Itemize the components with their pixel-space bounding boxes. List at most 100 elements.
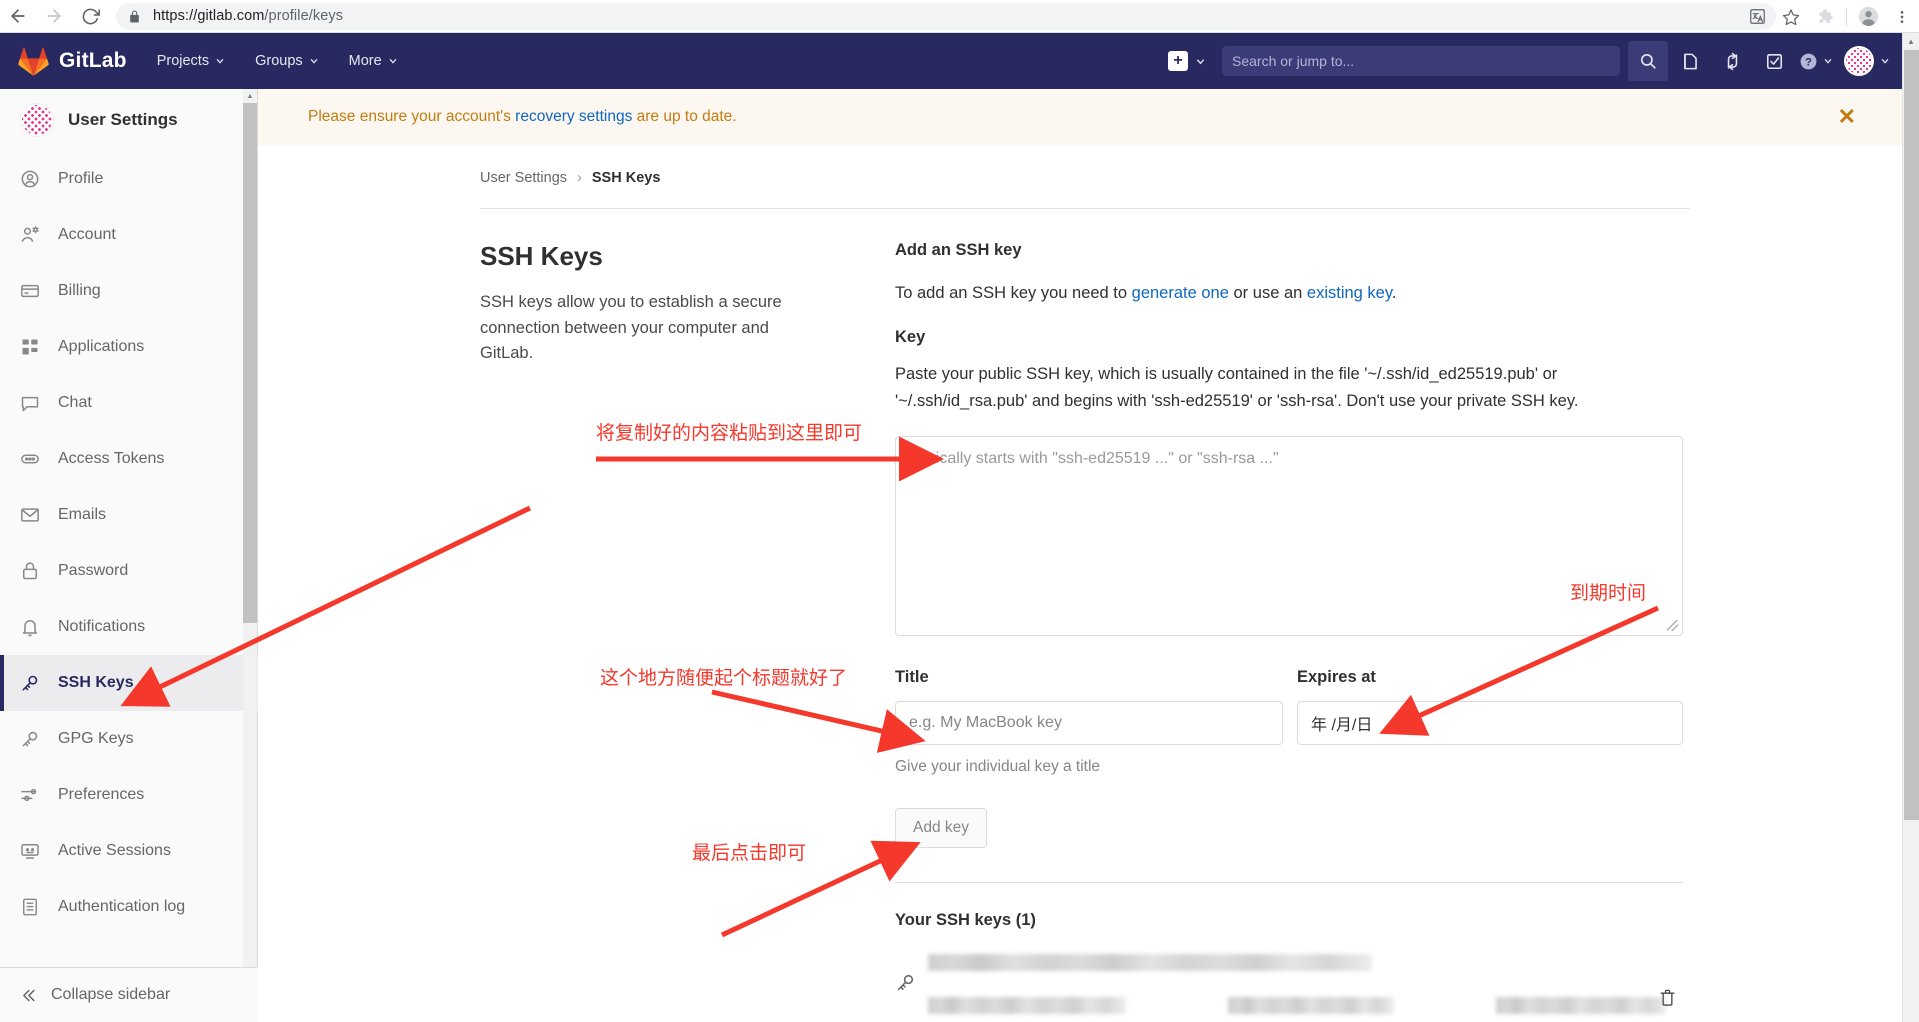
navbar-menu-projects-label: Projects — [156, 53, 210, 69]
sidebar-scroll-area: User Settings Profile Account Billing Ap… — [0, 89, 258, 967]
navbar-menu-more[interactable]: More — [349, 53, 398, 69]
expires-date-input[interactable]: 年 /月/日 — [1297, 701, 1683, 746]
scroll-up-arrow-icon[interactable]: ▲ — [243, 89, 257, 103]
user-settings-sidebar: User Settings Profile Account Billing Ap… — [0, 89, 258, 1022]
scroll-up-arrow-icon[interactable]: ▲ — [1903, 33, 1919, 50]
trash-icon[interactable] — [1658, 988, 1677, 1012]
sidebar-header[interactable]: User Settings — [0, 89, 258, 151]
page-scroll-thumb[interactable] — [1904, 50, 1919, 820]
sidebar-item-emails[interactable]: Emails — [0, 487, 258, 543]
sidebar-scroll-thumb[interactable] — [243, 103, 257, 623]
recovery-settings-link[interactable]: recovery settings — [515, 108, 632, 125]
key-icon — [895, 972, 916, 998]
sidebar-item-label: Password — [58, 562, 129, 579]
breadcrumb-parent[interactable]: User Settings — [480, 170, 567, 186]
annotation-any-title: 这个地方随便起个标题就好了 — [600, 667, 848, 689]
log-icon — [20, 897, 46, 917]
forward-arrow-icon[interactable] — [36, 0, 72, 33]
back-arrow-icon[interactable] — [0, 0, 36, 33]
chevron-down-icon — [1824, 58, 1832, 64]
navbar-menu-more-label: More — [348, 53, 382, 69]
navbar-menu-groups-label: Groups — [255, 53, 303, 69]
navbar-menu-groups[interactable]: Groups — [255, 53, 319, 69]
alert-text-before: Please ensure your account's — [308, 108, 516, 125]
collapse-sidebar-label: Collapse sidebar — [51, 986, 171, 1003]
double-chevron-left-icon — [20, 987, 37, 1004]
gitlab-logo[interactable]: GitLab — [18, 47, 127, 76]
textarea-resize-handle[interactable] — [1667, 620, 1678, 632]
add-key-button[interactable]: Add key — [895, 808, 987, 849]
chevron-down-icon — [1196, 58, 1205, 64]
sidebar-item-notifications[interactable]: Notifications — [0, 599, 258, 655]
sidebar-item-account[interactable]: Account — [0, 207, 258, 263]
star-icon[interactable] — [1774, 0, 1808, 33]
help-icon[interactable]: ? — [1796, 41, 1836, 81]
sidebar-item-billing[interactable]: Billing — [0, 263, 258, 319]
user-menu[interactable] — [1844, 46, 1890, 76]
key-field-help: Paste your public SSH key, which is usua… — [895, 365, 1579, 410]
list-item[interactable] — [895, 954, 1683, 1015]
search-placeholder: Search or jump to... — [1232, 53, 1355, 69]
toolbar-divider — [1846, 7, 1847, 26]
page-scrollbar[interactable]: ▲ — [1902, 33, 1919, 1022]
key-title-redacted — [928, 954, 1372, 972]
sidebar-item-preferences[interactable]: Preferences — [0, 767, 258, 823]
title-help-text: Give your individual key a title — [895, 758, 1101, 776]
sidebar-item-chat[interactable]: Chat — [0, 375, 258, 431]
collapse-sidebar-button[interactable]: Collapse sidebar — [0, 967, 258, 1022]
annotation-finally-click: 最后点击即可 — [692, 842, 807, 864]
breadcrumb: User Settings › SSH Keys — [480, 170, 1902, 186]
navbar-menu-projects[interactable]: Projects — [157, 53, 225, 69]
svg-text:?: ? — [1805, 56, 1812, 68]
alert-message: Please ensure your account's recovery se… — [308, 108, 737, 126]
sidebar-item-label: Chat — [58, 394, 92, 411]
alert-text-after: are up to date. — [632, 108, 737, 125]
merge-requests-icon[interactable] — [1712, 41, 1752, 81]
generate-one-link[interactable]: generate one — [1132, 284, 1229, 302]
key-created-redacted — [1228, 997, 1394, 1015]
existing-key-link[interactable]: existing key — [1307, 284, 1392, 302]
three-dot-menu-icon[interactable] — [1885, 0, 1919, 33]
sidebar-item-ssh-keys[interactable]: SSH Keys — [0, 655, 258, 711]
search-icon[interactable] — [1628, 41, 1668, 81]
annotation-expire-time: 到期时间 — [1570, 582, 1647, 604]
browser-profile-icon[interactable] — [1851, 0, 1885, 33]
settings-columns: SSH Keys SSH keys allow you to establish… — [480, 241, 1690, 1015]
address-bar[interactable]: https://gitlab.com/profile/keys — [116, 2, 1776, 30]
reload-icon[interactable] — [72, 0, 108, 33]
avatar — [1844, 46, 1874, 76]
breadcrumb-separator: › — [577, 170, 582, 186]
intro-text-after: . — [1391, 284, 1397, 302]
key-fingerprint-redacted — [928, 997, 1126, 1015]
search-input[interactable]: Search or jump to... — [1222, 46, 1620, 76]
sidebar-item-applications[interactable]: Applications — [0, 319, 258, 375]
sidebar-item-label: GPG Keys — [58, 730, 134, 747]
sidebar-item-gpg-keys[interactable]: GPG Keys — [0, 711, 258, 767]
chat-icon — [20, 393, 46, 413]
intro-text-before: To add an SSH key you need to — [895, 284, 1132, 302]
translate-icon[interactable] — [1740, 0, 1774, 33]
issues-icon[interactable] — [1670, 41, 1710, 81]
ssh-keys-list — [895, 954, 1683, 1015]
key-field-label: Key — [895, 328, 926, 347]
account-icon — [20, 225, 46, 245]
sidebar-item-label: Profile — [58, 170, 104, 187]
close-icon[interactable]: ✕ — [1838, 106, 1856, 128]
sidebar-item-profile[interactable]: Profile — [0, 151, 258, 207]
ssh-key-textarea[interactable]: Typically starts with "ssh-ed25519 ..." … — [895, 436, 1683, 637]
new-item-dropdown[interactable]: + — [1168, 51, 1206, 71]
sidebar-item-authentication-log[interactable]: Authentication log — [0, 879, 258, 935]
key-details — [928, 954, 1683, 1015]
title-input[interactable]: e.g. My MacBook key — [895, 701, 1283, 746]
plus-icon: + — [1168, 51, 1188, 71]
sidebar-item-label: Access Tokens — [58, 450, 165, 467]
expires-date-value: 年 /月/日 — [1311, 717, 1373, 735]
extensions-puzzle-icon[interactable] — [1808, 0, 1842, 33]
key-expires-redacted — [1496, 997, 1666, 1015]
sidebar-item-label: Applications — [58, 338, 145, 355]
todos-icon[interactable] — [1754, 41, 1794, 81]
sidebar-item-password[interactable]: Password — [0, 543, 258, 599]
sidebar-item-active-sessions[interactable]: Active Sessions — [0, 823, 258, 879]
sidebar-item-access-tokens[interactable]: Access Tokens — [0, 431, 258, 487]
sidebar-scrollbar[interactable]: ▲ — [243, 89, 257, 967]
